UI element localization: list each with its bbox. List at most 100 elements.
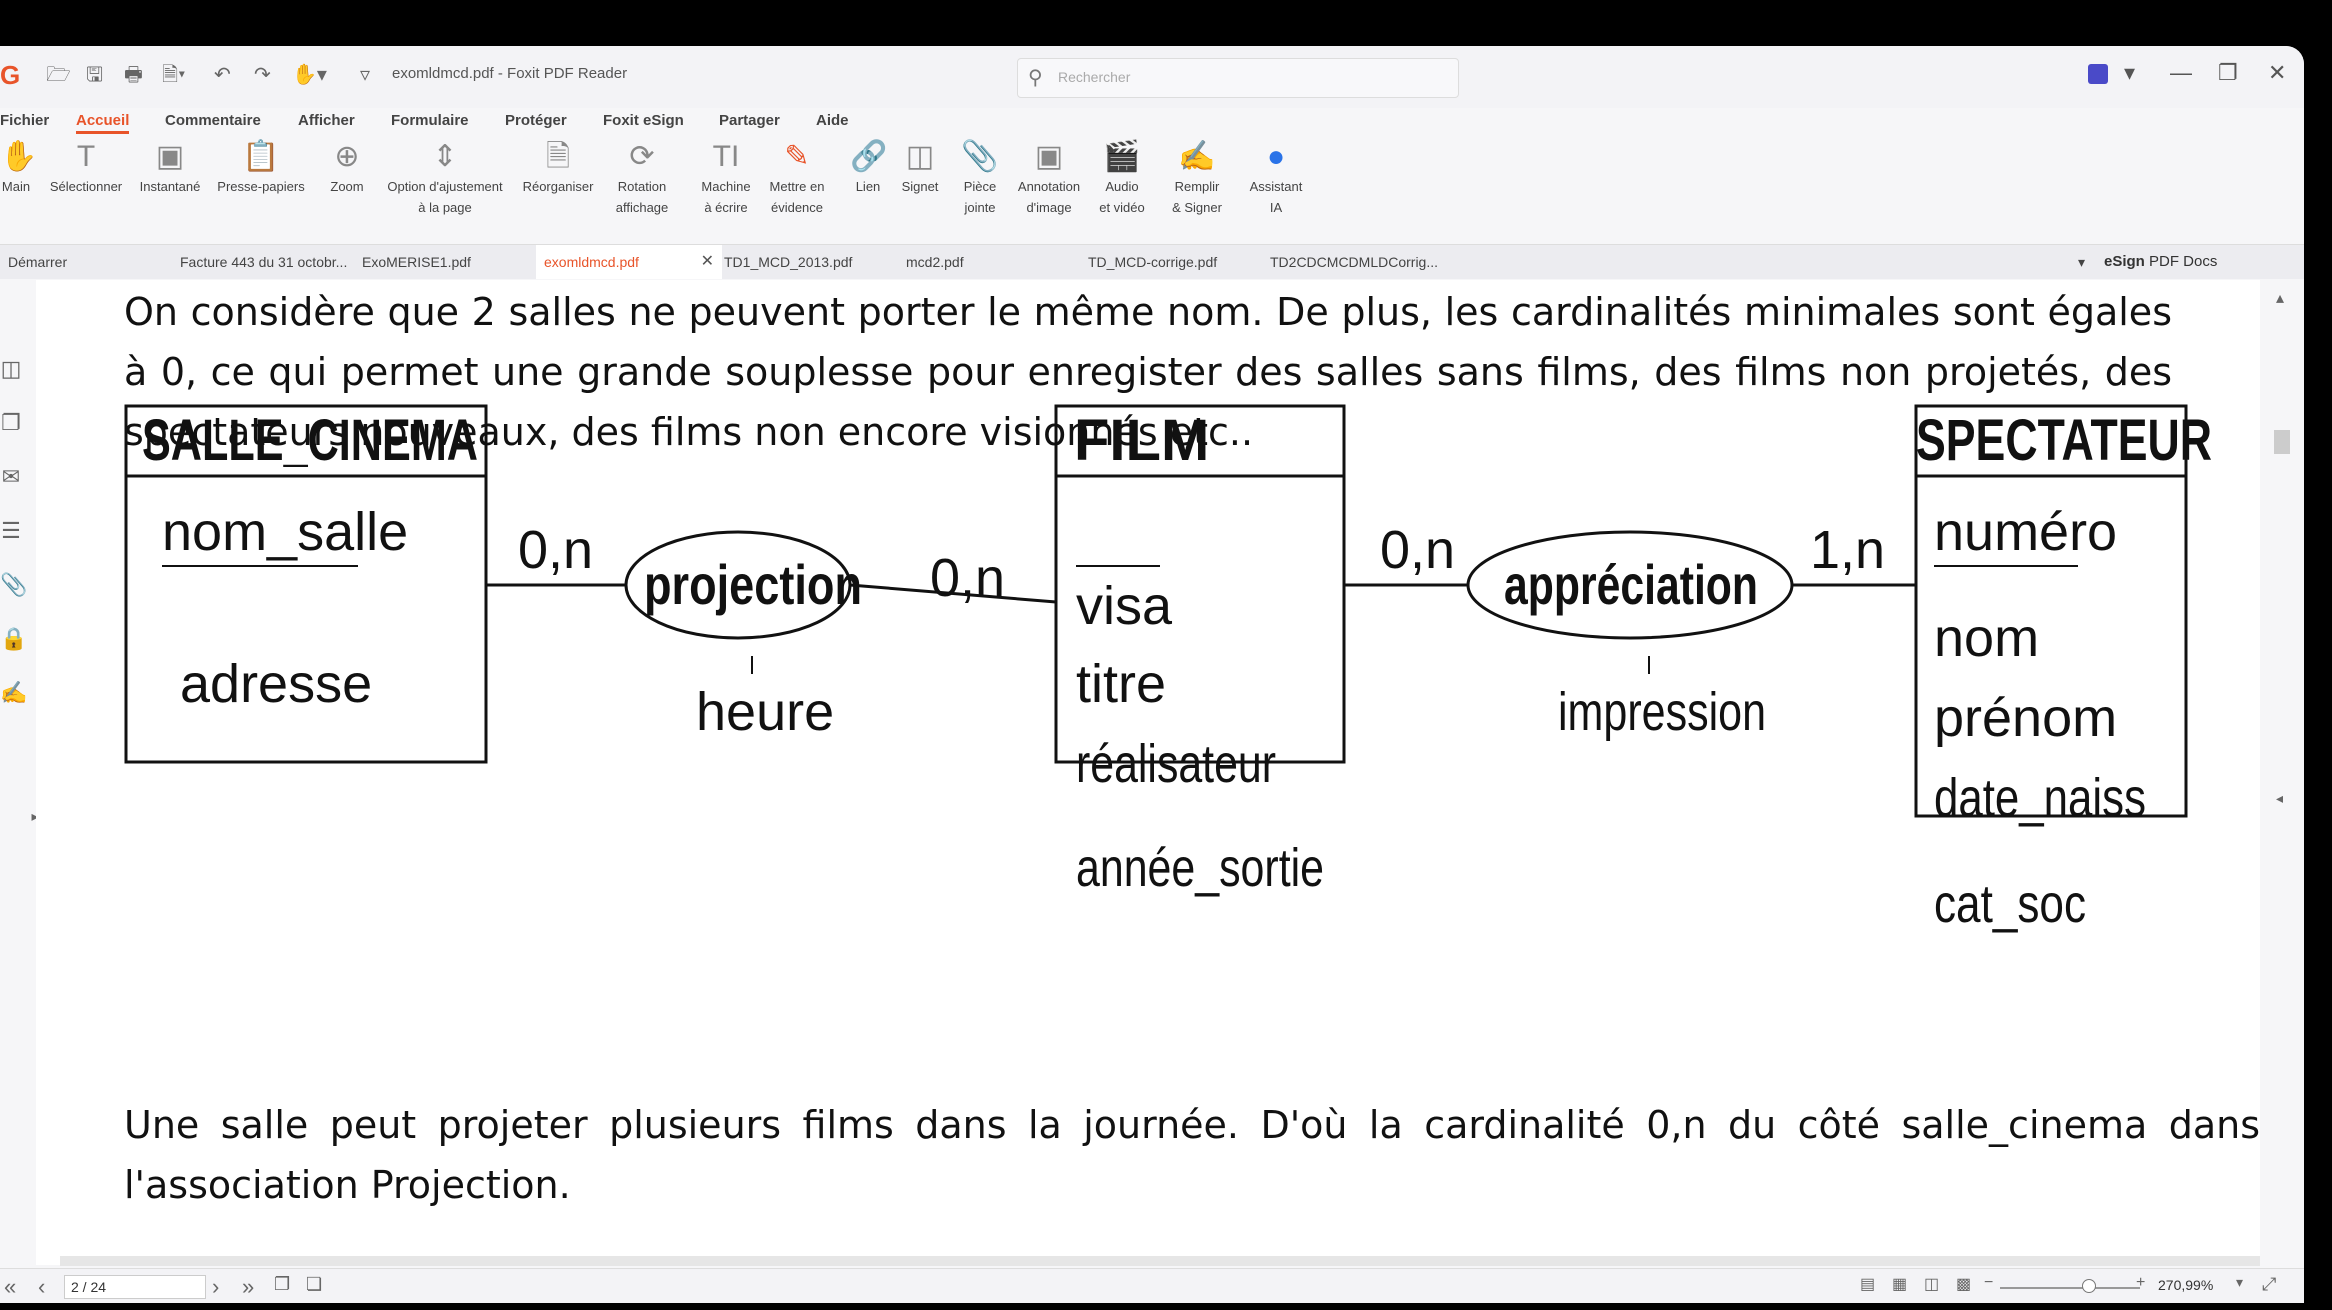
- bookmarks-panel-icon[interactable]: ◫: [0, 356, 22, 382]
- tab-td2cdc[interactable]: TD2CDCMCDMLDCorrig...: [1262, 245, 1450, 279]
- hand-tool-icon[interactable]: ✋▾: [292, 62, 327, 88]
- menu-commentaire[interactable]: Commentaire: [165, 112, 261, 129]
- tool-label: Presse-papiers: [217, 179, 305, 194]
- tab-exomerise1[interactable]: ExoMERISE1.pdf: [354, 245, 532, 279]
- audio-video-button[interactable]: 🎬 Audio et vidéo: [1094, 138, 1150, 218]
- tab-list-dropdown-icon[interactable]: ▾: [2070, 245, 2102, 279]
- zoom-slider-handle[interactable]: [2082, 1279, 2096, 1293]
- layers-panel-icon[interactable]: ☰: [0, 518, 22, 544]
- esign-pdf-docs[interactable]: eSign PDF Docs: [2104, 245, 2217, 279]
- rotate-view-button[interactable]: ⟳ Rotation affichage: [608, 138, 676, 218]
- vertical-scrollbar[interactable]: ▴ ◂: [2262, 280, 2304, 1265]
- mcd-diagram: SALLE_CINEMA FILM SPECTATEUR nom_salle a…: [124, 404, 2212, 934]
- menu-foxit-esign[interactable]: Foxit eSign: [603, 112, 684, 129]
- menu-fichier[interactable]: Fichier: [0, 112, 49, 129]
- tool-label: IA: [1269, 200, 1283, 215]
- comments-panel-icon[interactable]: ✉: [0, 464, 22, 490]
- tab-facture[interactable]: Facture 443 du 31 octobr...: [172, 245, 360, 279]
- tab-mcd2[interactable]: mcd2.pdf: [898, 245, 1076, 279]
- next-page-icon[interactable]: ›: [212, 1274, 219, 1300]
- reorganize-button[interactable]: 🗎 Réorganiser: [516, 138, 600, 197]
- zoom-level[interactable]: 270,99%: [2158, 1277, 2213, 1293]
- zoom-slider[interactable]: [2000, 1287, 2140, 1289]
- close-tab-icon[interactable]: ✕: [701, 245, 714, 279]
- page-number-value: 2 / 24: [71, 1279, 107, 1295]
- menu-proteger[interactable]: Protéger: [505, 112, 567, 129]
- select-tool-button[interactable]: T Sélectionner: [44, 138, 128, 197]
- entity-spectateur-title: SPECTATEUR: [1916, 408, 2212, 473]
- clipboard-button[interactable]: 📋 Presse-papiers: [212, 138, 310, 197]
- attachment-button[interactable]: 📎 Pièce jointe: [960, 138, 1000, 218]
- pages-panel-icon[interactable]: ❐: [0, 410, 22, 436]
- fill-sign-button[interactable]: ✍ Remplir & Signer: [1166, 138, 1228, 218]
- previous-page-icon[interactable]: ‹: [38, 1274, 45, 1300]
- cardinality-salle-projection: 0,n: [518, 520, 593, 580]
- previous-view-icon[interactable]: ❐: [274, 1274, 290, 1295]
- menu-partager[interactable]: Partager: [719, 112, 780, 129]
- zoom-in-icon[interactable]: +: [2136, 1274, 2145, 1292]
- continuous-view-icon[interactable]: ▦: [1892, 1274, 1907, 1294]
- paragraph-2: Une salle peut projeter plusieurs films …: [124, 1095, 2260, 1215]
- zoom-out-icon[interactable]: −: [1984, 1274, 1993, 1292]
- continuous-facing-view-icon[interactable]: ▩: [1956, 1274, 1971, 1294]
- tab-td-mcd-corrige[interactable]: TD_MCD-corrige.pdf: [1080, 245, 1258, 279]
- horizontal-scrollbar[interactable]: [60, 1256, 2260, 1266]
- search-input[interactable]: ⚲ Rechercher: [1017, 58, 1459, 98]
- highlight-button[interactable]: ✎ Mettre en évidence: [762, 138, 832, 218]
- hand-tool-button[interactable]: ✋ Main: [0, 138, 38, 197]
- tool-label: Remplir: [1174, 179, 1220, 194]
- document-tabs: Démarrer Facture 443 du 31 octobr... Exo…: [0, 244, 2304, 279]
- single-page-view-icon[interactable]: ▤: [1860, 1274, 1875, 1294]
- hand-icon: ✋: [0, 140, 38, 173]
- undo-icon[interactable]: ↶: [214, 62, 231, 88]
- customize-toolbar-icon[interactable]: ▿: [360, 62, 370, 88]
- tab-td1-mcd[interactable]: TD1_MCD_2013.pdf: [716, 245, 894, 279]
- facing-view-icon[interactable]: ◫: [1924, 1274, 1939, 1294]
- print-icon[interactable]: 🖶: [124, 62, 143, 88]
- open-folder-icon[interactable]: 🗁: [46, 62, 71, 88]
- select-text-icon: T: [76, 140, 96, 173]
- link-button[interactable]: 🔗 Lien: [850, 138, 887, 197]
- menu-bar: Fichier Accueil Commentaire Afficher For…: [0, 108, 2304, 138]
- redo-icon[interactable]: ↷: [254, 62, 271, 88]
- zoom-dropdown-icon[interactable]: ▾: [2236, 1274, 2243, 1291]
- last-page-icon[interactable]: »: [242, 1274, 254, 1300]
- attribute-titre: titre: [1076, 654, 1166, 714]
- search-icon: ⚲: [1028, 67, 1043, 89]
- first-page-icon[interactable]: «: [4, 1274, 16, 1300]
- tab-demarrer[interactable]: Démarrer: [0, 245, 168, 279]
- attachments-panel-icon[interactable]: 📎: [0, 572, 27, 598]
- zoom-button[interactable]: ⊕ Zoom: [324, 138, 370, 197]
- scroll-up-icon[interactable]: ▴: [2276, 288, 2284, 308]
- close-window-button[interactable]: ✕: [2268, 60, 2286, 86]
- account-dropdown-icon[interactable]: ▾: [2124, 60, 2135, 86]
- security-panel-icon[interactable]: 🔒: [0, 626, 27, 652]
- fullscreen-icon[interactable]: ⤢: [2262, 1274, 2276, 1295]
- account-icon[interactable]: [2088, 64, 2108, 84]
- signature-panel-icon[interactable]: ✍: [0, 680, 27, 706]
- bookmark-button[interactable]: ◫ Signet: [898, 138, 942, 197]
- scrollbar-thumb[interactable]: [2274, 430, 2290, 454]
- menu-afficher[interactable]: Afficher: [298, 112, 355, 129]
- menu-aide[interactable]: Aide: [816, 112, 849, 129]
- restore-button[interactable]: ❐: [2218, 60, 2238, 86]
- fill-sign-pen-icon: ✍: [1178, 140, 1216, 173]
- collapse-panel-icon[interactable]: ◂: [2276, 790, 2283, 807]
- left-sidebar: ◫ ❐ ✉ ☰ 📎 🔒 ✍ ▸: [0, 280, 39, 1280]
- typewriter-button[interactable]: TI Machine à écrire: [694, 138, 758, 218]
- next-view-icon[interactable]: ❏: [306, 1274, 322, 1295]
- cardinality-film-projection: 0,n: [930, 548, 1005, 608]
- menu-accueil[interactable]: Accueil: [76, 112, 130, 134]
- zoom-icon: ⊕: [334, 140, 360, 173]
- menu-formulaire[interactable]: Formulaire: [391, 112, 469, 129]
- snapshot-button[interactable]: ▣ Instantané: [134, 138, 206, 197]
- image-annotation-button[interactable]: ▣ Annotation d'image: [1010, 138, 1088, 218]
- tab-exomldmcd[interactable]: exomldmcd.pdf ✕: [536, 245, 722, 279]
- text-line: l'association Projection.: [124, 1163, 571, 1207]
- new-document-icon[interactable]: 🗎▾: [162, 62, 185, 88]
- save-icon[interactable]: 🖫: [86, 62, 103, 88]
- page-number-input[interactable]: 2 / 24: [64, 1275, 206, 1299]
- fit-page-button[interactable]: ⇕ Option d'ajustement à la page: [376, 138, 514, 218]
- ai-assistant-button[interactable]: ● Assistant IA: [1244, 138, 1308, 218]
- minimize-button[interactable]: —: [2170, 60, 2192, 86]
